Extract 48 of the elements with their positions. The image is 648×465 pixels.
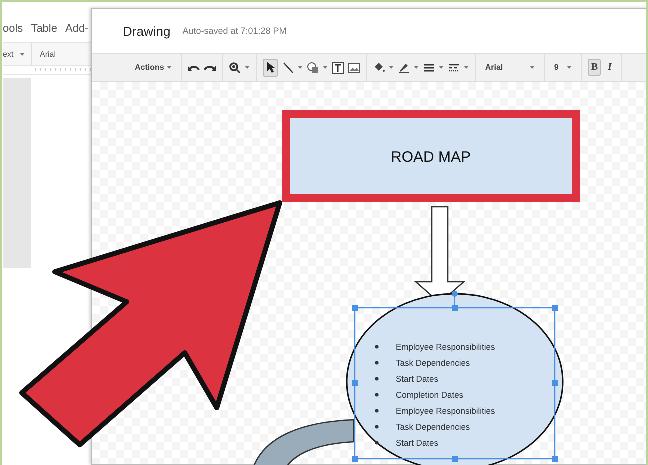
italic-button[interactable]: I (605, 59, 615, 76)
caret-icon (20, 52, 25, 56)
caret-icon (323, 66, 328, 69)
select-tool[interactable] (263, 58, 278, 76)
autosave-status: Auto-saved at 7:01:28 PM (182, 26, 287, 36)
caret-icon (439, 66, 444, 69)
line-dash-icon[interactable] (448, 62, 460, 74)
bullet-icon (375, 441, 379, 445)
line-icon[interactable] (282, 62, 294, 74)
window-title: Drawing (123, 24, 171, 38)
menu-item[interactable]: ools (3, 23, 24, 35)
bullet-icon (375, 345, 379, 349)
bullet-icon (375, 361, 379, 365)
pointer-icon (266, 62, 276, 74)
list-item: Task Dependencies (396, 422, 470, 432)
caret-icon (167, 66, 172, 69)
title-box-text: ROAD MAP (391, 149, 471, 166)
style-dropdown[interactable]: ext (3, 50, 14, 58)
list-item: Employee Responsibilities (396, 406, 496, 416)
caret-icon (389, 66, 394, 69)
menu-item[interactable]: Add- (65, 23, 89, 35)
caret-icon (414, 66, 420, 69)
font-dropdown[interactable]: Arial (482, 60, 538, 75)
menu-item[interactable]: Table (31, 23, 58, 35)
bullet-icon (375, 377, 379, 381)
list-item: Start Dates (396, 374, 439, 384)
shape-icon[interactable] (307, 62, 320, 74)
list-item: Start Dates (396, 438, 439, 448)
caret-icon (567, 66, 572, 69)
actions-menu[interactable]: Actions (132, 60, 176, 75)
list-item: Task Dependencies (396, 358, 470, 368)
line-weight-icon[interactable] (423, 62, 436, 74)
bullet-icon (375, 409, 379, 413)
text-box-icon[interactable] (332, 62, 344, 74)
bold-button[interactable]: B (588, 59, 602, 76)
caret-icon (464, 66, 470, 69)
bullet-icon (375, 425, 379, 429)
zoom-icon[interactable] (229, 62, 242, 74)
font-dropdown[interactable]: Arial (40, 50, 56, 58)
caret-icon (298, 66, 304, 69)
pencil-icon[interactable] (398, 62, 410, 74)
bullet-icon (375, 393, 379, 397)
list-item: Employee Responsibilities (396, 342, 496, 352)
list-item: Completion Dates (396, 390, 464, 400)
font-size-dropdown[interactable]: 9 (551, 60, 576, 75)
caret-icon (245, 66, 250, 69)
caret-icon (530, 66, 536, 69)
image-icon[interactable] (348, 62, 360, 74)
